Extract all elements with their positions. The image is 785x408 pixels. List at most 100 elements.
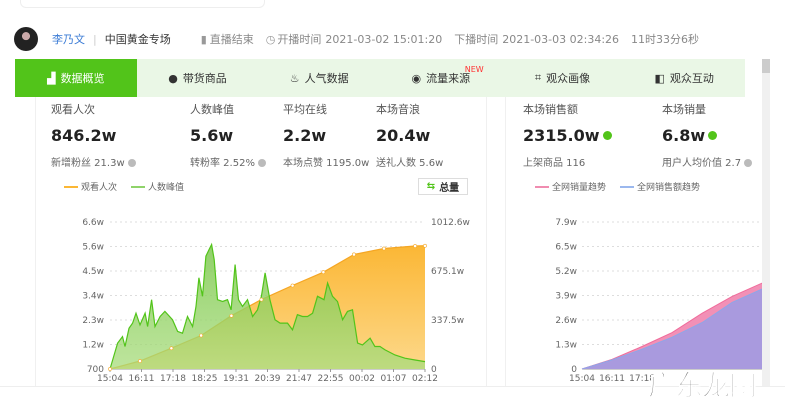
tab-5[interactable]: ◧ 观众互动 [623, 59, 745, 97]
tab-0[interactable]: ▟ 数据概览 [15, 59, 137, 97]
total-label: 总量 [439, 183, 460, 194]
stat-sub: 送礼人数 5.6w [376, 158, 444, 169]
tab-2[interactable]: ♨ 人气数据 [258, 59, 380, 97]
legend-item-volume[interactable]: 全网销量趋势 [535, 180, 606, 193]
y-left-tick: 4.5w [82, 267, 104, 277]
end-time: 2021-03-03 02:34:26 [502, 32, 620, 46]
stat-value: 5.6w [190, 126, 234, 145]
clock-icon: ◷ [265, 32, 276, 46]
views-point [423, 243, 427, 248]
y-left-tick: 6.6w [82, 218, 104, 228]
stat-value: 6.8w [662, 126, 752, 145]
info-icon[interactable] [127, 159, 136, 167]
stat-stats_left-1: 人数峰值 5.6w 转粉率 2.52% [190, 101, 267, 169]
y-right-tick: 337.5w [431, 316, 464, 326]
new-badge: NEW [464, 65, 484, 74]
views-point [138, 359, 142, 363]
tab-label: 观众画像 [546, 72, 591, 85]
stream-header: 李乃文 | 中国黄金专场 ▮ 直播结束 ◷ 开播时间 2021-03-02 15… [0, 24, 785, 54]
stat-sub: 上架商品 116 [523, 158, 586, 169]
bar-icon: ▮ [200, 32, 207, 46]
x-tick: 22:55 [318, 374, 344, 384]
stat-stats_left-0: 观看人次 846.2w 新增粉丝 21.3w [51, 101, 136, 169]
stat-value: 846.2w [51, 126, 117, 145]
y-left-tick: 5.6w [82, 243, 104, 253]
y-right-tick: 1012.6w [431, 218, 470, 228]
legend-item-revenue[interactable]: 全网销售额趋势 [620, 180, 700, 193]
verified-icon [602, 131, 612, 140]
stat-sub: 用户人均价值 2.7 [662, 154, 753, 169]
stat-value: 2315.0w [523, 126, 612, 145]
toggle-icon: ⇆ [426, 181, 436, 192]
start-time: 2021-03-02 15:01:20 [325, 32, 443, 46]
tab-label: 流量来源 [426, 72, 471, 85]
tab-label: 人气数据 [304, 72, 349, 85]
stat-stats_left-3: 本场音浪 20.4w 送礼人数 5.6w [376, 101, 443, 169]
y-left-tick: 2.3w [82, 316, 104, 326]
y-tick: 1.3w [555, 341, 577, 351]
duration: 11时33分6秒 [631, 33, 700, 46]
interaction-icon: ◧ [654, 71, 665, 85]
stat-stats_right-0: 本场销售额 2315.0w 上架商品 116 [523, 101, 612, 169]
stat-label: 本场销售额 [523, 103, 578, 116]
stat-value: 2.2w [283, 126, 327, 145]
y-left-tick: 1.2w [82, 341, 104, 351]
user-scan-icon: ⌗ [534, 71, 542, 84]
y-tick: 6.5w [555, 243, 577, 253]
verified-icon [708, 131, 718, 140]
info-icon[interactable] [744, 159, 753, 167]
stat-stats_right-1: 本场销量 6.8w 用户人均价值 2.7 [662, 101, 753, 169]
top-panel-edge [20, 0, 265, 8]
total-toggle-button[interactable]: ⇆ 总量 [418, 178, 468, 195]
y-left-tick: 3.4w [82, 292, 104, 302]
views-point [169, 346, 174, 351]
flame-icon: ♨ [289, 71, 300, 85]
end-label: 下播时间 [454, 33, 499, 46]
tab-1[interactable]: ● 带货商品 [137, 59, 259, 97]
waveform-icon: ◉ [411, 71, 422, 85]
views-point [382, 246, 386, 251]
tab-4[interactable]: ⌗ 观众画像 [502, 59, 624, 97]
tab-3[interactable]: ◉ 流量来源 NEW [380, 59, 502, 97]
category: 中国黄金专场 [104, 33, 171, 46]
legend-item-peak[interactable]: 人数峰值 [131, 180, 184, 193]
views-point [321, 270, 326, 275]
views-point [229, 313, 234, 318]
bag-icon: ● [168, 71, 178, 85]
tab-label: 带货商品 [182, 72, 227, 85]
views-point [290, 283, 295, 288]
y-right-tick: 675.1w [431, 267, 464, 277]
x-tick: 15:04 [569, 374, 595, 384]
watermark-logo: 广东龙网 [647, 369, 757, 403]
y-tick: 5.2w [555, 267, 577, 277]
bar-chart-icon: ▟ [47, 71, 56, 85]
start-label: 开播时间 [277, 33, 322, 46]
info-icon[interactable] [258, 159, 267, 167]
x-tick: 01:07 [381, 374, 407, 384]
divider: | [93, 32, 97, 46]
streamer-name[interactable]: 李乃文 [52, 31, 85, 47]
stat-label: 观看人次 [51, 103, 95, 116]
stat-value: 20.4w [376, 126, 431, 145]
tab-bar: ▟ 数据概览 ● 带货商品 ♨ 人气数据 ◉ 流量来源 NEW ⌗ 观众画像 ◧ 观众互动 [15, 59, 745, 97]
x-tick: 18:25 [192, 374, 218, 384]
y-tick: 2.6w [555, 316, 577, 326]
x-tick: 19:31 [223, 374, 249, 384]
stat-label: 本场音浪 [376, 103, 420, 116]
tab-label: 观众互动 [669, 72, 714, 85]
x-tick: 21:47 [286, 374, 312, 384]
stat-sub: 本场点赞 1195.0w [283, 158, 370, 169]
left-chart-legend: 观看人次 人数峰值 [64, 180, 184, 193]
y-tick: 3.9w [555, 292, 577, 302]
live-status: 直播结束 [209, 33, 254, 46]
legend-label: 全网销量趋势 [552, 183, 607, 193]
legend-label: 全网销售额趋势 [637, 183, 701, 193]
x-tick: 00:02 [349, 374, 375, 384]
x-tick: 02:12 [412, 374, 438, 384]
legend-label: 人数峰值 [148, 183, 185, 193]
x-tick: 15:04 [97, 374, 123, 384]
x-tick: 16:11 [599, 374, 625, 384]
legend-item-views[interactable]: 观看人次 [64, 180, 117, 193]
x-tick: 20:39 [255, 374, 281, 384]
right-chart-legend: 全网销量趋势 全网销售额趋势 [535, 180, 700, 193]
